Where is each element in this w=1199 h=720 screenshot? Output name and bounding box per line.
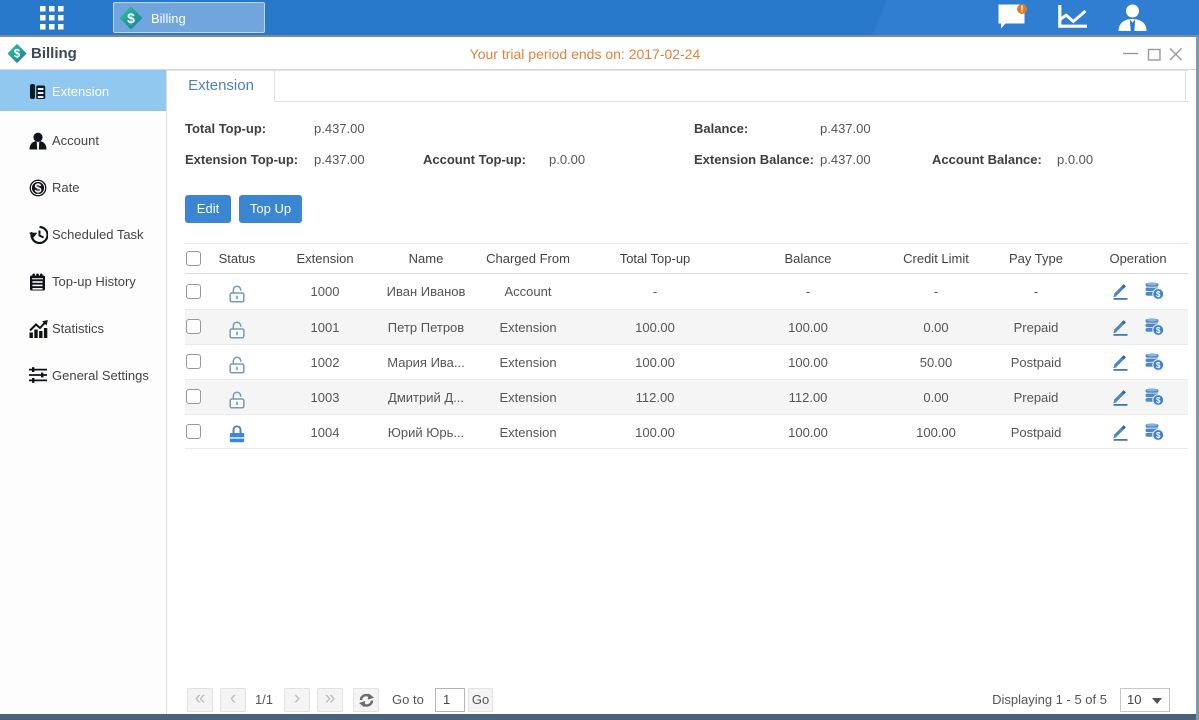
svg-text:$: $ <box>35 181 42 195</box>
svg-text:!: ! <box>1021 4 1024 14</box>
svg-text:$: $ <box>127 10 135 26</box>
